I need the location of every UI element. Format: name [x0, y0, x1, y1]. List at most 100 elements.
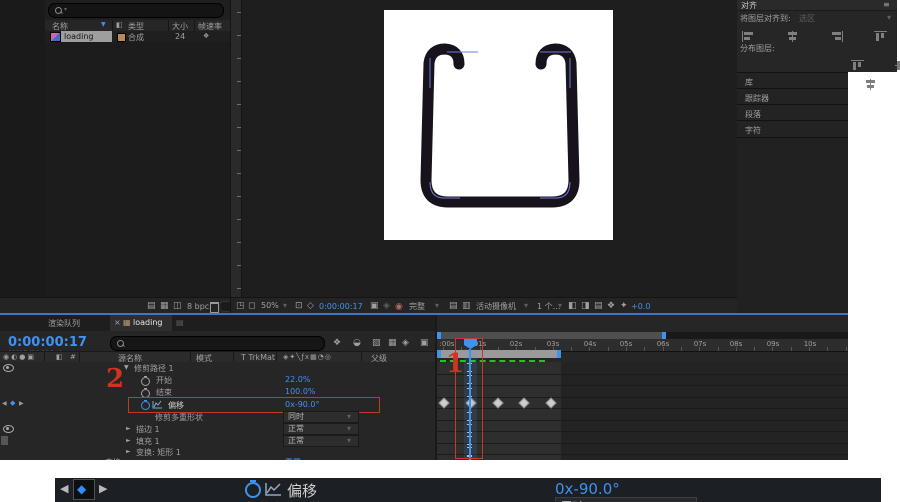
- distribute-horizontal-center-button[interactable]: [864, 79, 877, 90]
- viewer-current-time[interactable]: 0:00:00:17: [319, 302, 363, 311]
- twirl-closed-icon[interactable]: ►: [95, 458, 100, 460]
- distribute-top-button[interactable]: [850, 60, 864, 71]
- navigator-end-handle[interactable]: [662, 332, 666, 339]
- vertical-ruler-tick: [237, 173, 241, 174]
- strip-property-value[interactable]: 0x-90.0°: [555, 480, 620, 498]
- align-top-button[interactable]: [874, 31, 888, 42]
- row-offset[interactable]: ◀ ◆ ▶ 偏移 0x-90.0°: [0, 397, 437, 413]
- align-horizontal-center-button[interactable]: [786, 31, 799, 42]
- label-column-icon[interactable]: ◧: [116, 21, 123, 29]
- selection-chip: [1, 436, 8, 445]
- column-trkmat[interactable]: T TrkMat: [241, 353, 275, 362]
- transparency-grid-icon[interactable]: ▥: [462, 301, 471, 311]
- twirl-open-icon[interactable]: ▼: [124, 364, 129, 371]
- stopwatch-icon[interactable]: [141, 376, 150, 386]
- row-value[interactable]: 重置: [285, 457, 301, 460]
- twirl-closed-icon[interactable]: ►: [126, 437, 131, 444]
- row-transform[interactable]: ► 变换 重置: [0, 456, 437, 460]
- keyframe-next-icon[interactable]: ▶: [99, 482, 107, 495]
- always-preview-icon[interactable]: ◳: [236, 301, 245, 311]
- row-start[interactable]: 开始 22.0%: [0, 374, 437, 386]
- delete-icon[interactable]: [210, 302, 219, 313]
- view-layout-dropdown[interactable]: 1 个… ▾: [535, 300, 565, 311]
- row-value[interactable]: 22.0%: [285, 375, 310, 384]
- pixel-aspect-icon[interactable]: ◧: [568, 301, 577, 311]
- reset-exposure-icon[interactable]: ✦: [620, 301, 628, 311]
- panel-tracker[interactable]: 跟踪器: [737, 88, 848, 105]
- align-to-value[interactable]: 选区: [799, 13, 815, 24]
- row-label[interactable]: 修剪路径 1: [134, 363, 174, 374]
- mask-visibility-icon[interactable]: ◇: [307, 301, 314, 311]
- project-item-row[interactable]: loading 合成 24 ❖: [45, 31, 231, 42]
- panel-character[interactable]: 字符: [737, 120, 848, 138]
- layer-in-handle[interactable]: [437, 350, 441, 358]
- twirl-closed-icon[interactable]: ►: [126, 448, 131, 455]
- magnification-dropdown[interactable]: 50% ▾: [259, 300, 291, 311]
- project-item-name[interactable]: loading: [61, 31, 112, 42]
- keyframe-diamond-box[interactable]: ◆: [73, 479, 95, 500]
- chevron-down-icon[interactable]: ▾: [887, 13, 891, 22]
- draft-3d-icon[interactable]: ◒: [353, 338, 361, 348]
- layer-out-handle[interactable]: [557, 350, 561, 358]
- interpret-footage-icon[interactable]: ▤: [147, 301, 156, 311]
- fast-preview-icon[interactable]: ◨: [581, 301, 590, 311]
- show-channel-icon[interactable]: ◉: [395, 302, 403, 312]
- panel-menu-icon[interactable]: ≡: [883, 0, 890, 9]
- vertical-ruler-tick: [237, 265, 241, 266]
- mini-flowchart-icon[interactable]: ❖: [333, 338, 341, 348]
- ruler-tick: [662, 347, 664, 351]
- new-composition-icon[interactable]: ◫: [173, 301, 182, 311]
- align-panel-title: 对齐: [741, 1, 757, 10]
- project-search-input[interactable]: ▾: [48, 3, 224, 18]
- timeline-search-input[interactable]: [110, 336, 325, 351]
- align-right-button[interactable]: [830, 31, 844, 42]
- close-icon[interactable]: ×: [114, 318, 121, 327]
- timeline-button-icon[interactable]: ▤: [594, 301, 603, 311]
- tab-render-queue[interactable]: 渲染队列: [48, 318, 80, 329]
- panel-libraries[interactable]: 库: [737, 72, 848, 89]
- ruler-label: :00s: [439, 340, 455, 348]
- hide-shy-layers-icon[interactable]: ▧: [372, 338, 381, 348]
- keyframe-prev-icon[interactable]: ◀: [2, 400, 7, 407]
- monitor-icon[interactable]: ◻: [248, 301, 255, 311]
- time-navigator-track[interactable]: [437, 332, 848, 339]
- bit-depth-label[interactable]: 8 bpc: [187, 302, 209, 311]
- row-trim-paths[interactable]: ▼ 修剪路径 1: [0, 362, 437, 374]
- row-label[interactable]: 变换: [105, 457, 121, 460]
- keyframe-diamond-icon[interactable]: ◆: [10, 399, 15, 407]
- exposure-value[interactable]: +0.0: [631, 302, 650, 311]
- motion-blur-icon[interactable]: ◈: [402, 338, 409, 348]
- row-label[interactable]: 描边 1: [136, 424, 160, 435]
- snapshot-icon[interactable]: ▣: [370, 301, 379, 311]
- sort-arrow-icon[interactable]: ▼: [101, 21, 106, 28]
- new-folder-icon[interactable]: ▦: [160, 301, 169, 311]
- keyframe-next-icon[interactable]: ▶: [19, 400, 24, 407]
- row-trim-multiple-shapes[interactable]: 修剪多重形状 同时 ▾: [0, 411, 437, 423]
- eye-icon[interactable]: [3, 425, 14, 433]
- graph-editor-icon[interactable]: ▣: [420, 338, 429, 348]
- align-panel-header[interactable]: 对齐 ≡: [737, 0, 897, 11]
- region-of-interest-icon[interactable]: ▤: [449, 301, 458, 311]
- stopwatch-icon-active[interactable]: [245, 480, 261, 498]
- row-stroke[interactable]: ► 描边 1 正常 ▾: [0, 423, 437, 435]
- tab-list-icon[interactable]: ▤: [176, 318, 184, 327]
- eye-icon[interactable]: [3, 364, 14, 372]
- distribute-vertical-center-button[interactable]: [894, 60, 900, 71]
- current-time-display[interactable]: 0:00:00:17: [8, 335, 87, 350]
- twirl-closed-icon[interactable]: ►: [126, 425, 131, 432]
- navigator-start-handle[interactable]: [437, 332, 441, 339]
- flowchart-button-icon[interactable]: ❖: [607, 301, 615, 311]
- label-color-chip[interactable]: [117, 33, 126, 42]
- strip-row2-dropdown[interactable]: 同时: [555, 497, 697, 502]
- composition-canvas[interactable]: [384, 10, 613, 240]
- timeline-track-area[interactable]: [437, 362, 848, 460]
- camera-dropdown[interactable]: 活动摄像机 ▾: [474, 300, 532, 311]
- frame-blending-icon[interactable]: ▦: [388, 338, 397, 348]
- align-left-button[interactable]: [742, 31, 755, 42]
- panel-paragraph[interactable]: 段落: [737, 104, 848, 121]
- grid-guides-icon[interactable]: ⊡: [295, 301, 303, 311]
- chevron-down-icon: ▾: [283, 301, 288, 310]
- keyframe-prev-icon[interactable]: ◀: [60, 482, 68, 495]
- row-value[interactable]: 100.0%: [285, 387, 316, 396]
- resolution-dropdown[interactable]: 完整 ▾: [407, 300, 443, 311]
